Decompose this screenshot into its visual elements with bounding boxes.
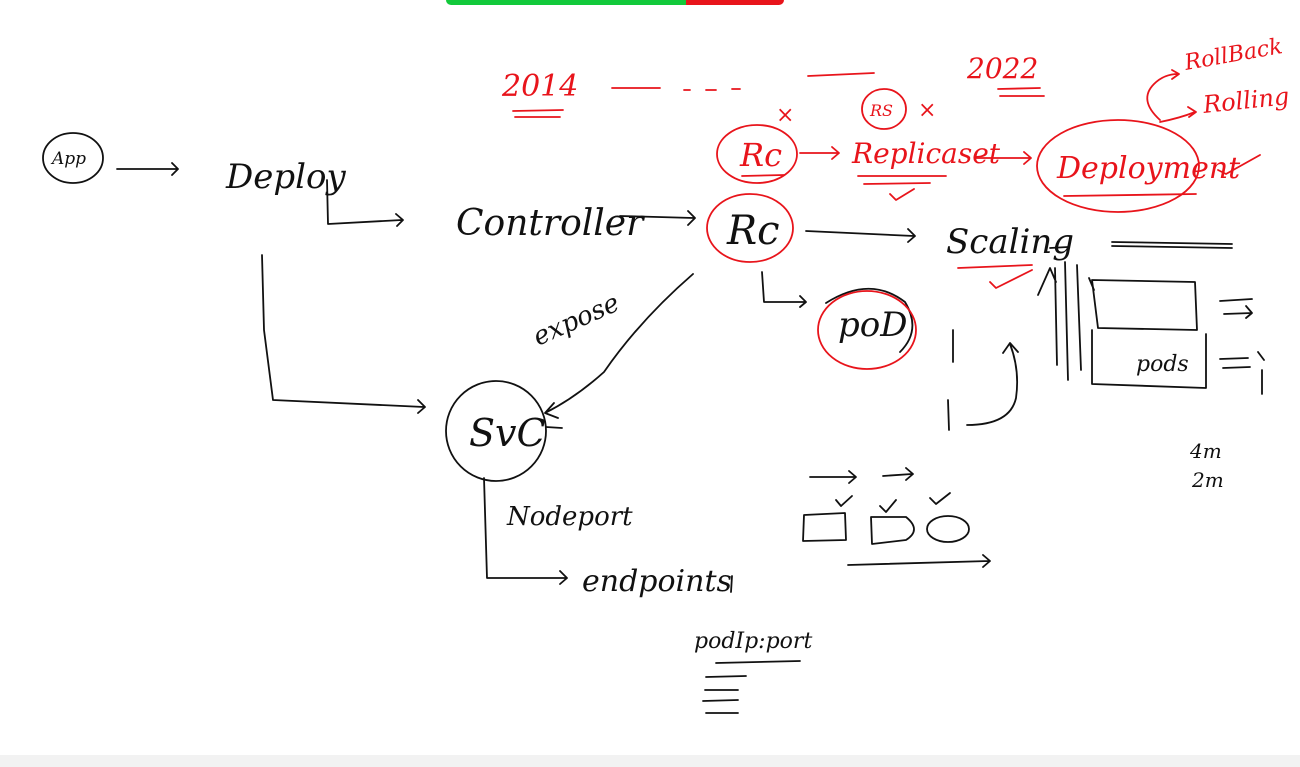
pods-box-label: pods [1136,352,1189,377]
replicaset-check [889,188,915,201]
replicaset-underline [857,175,947,185]
rc-red-label: Rc [739,136,782,174]
rollback-branch-arrow [1146,69,1180,121]
timeline-dashes [611,72,875,91]
svc-label: SvC [469,411,546,455]
pods-scale-arrows-bottom [1219,351,1265,395]
mini-pod-1 [802,512,847,542]
rc-black-label: Rc [726,208,780,254]
mini-arrow-2 [882,467,914,481]
stack-vertical-strokes [1037,261,1082,381]
year-2022-label: 2022 [966,52,1038,85]
year-2022-underline [997,87,1045,97]
replicaset-label: Replicaset [851,137,1001,170]
mini-arrow-1 [809,470,857,484]
scaling-bar-2 [947,399,950,431]
two-m-label: 2m [1191,468,1224,492]
deployment-label: Deployment [1056,151,1241,186]
year-2014-label: 2014 [501,69,578,104]
pod-ip-port-label: podIp:port [694,629,812,654]
nodeport-label: Nodeport [506,502,633,532]
pod-ip-port-underline [715,660,801,664]
rs-label: RS [869,101,893,120]
mini-pods-bottom-arrow [847,554,991,568]
rc-cross-mark: × [776,103,794,128]
year-2014-underline [512,109,564,118]
app-to-deploy-arrow [116,162,179,176]
deployment-underline [1063,193,1197,197]
svc-tick [545,426,563,429]
endpoints-comma [730,575,733,593]
deploy-label: Deploy [225,157,346,197]
scaling-label: Scaling [946,222,1074,262]
rolling-branch-arrow [1159,106,1197,123]
four-m-label: 4m [1189,439,1222,463]
pods-scale-arrows-top [1219,298,1253,319]
rc-to-replicaset-arrow [799,146,840,160]
scaling-red-check [989,269,1033,289]
mini-pod-2 [870,516,915,545]
scaling-dash [1049,246,1069,249]
rollback-label: RollBack [1182,34,1285,76]
mini-check-2 [879,499,897,513]
controller-label: Controller [456,203,645,244]
pod-label: poD [838,305,908,345]
rc-red-underline [741,174,785,177]
scaling-curved-arrow [966,342,1019,426]
rc-to-pod-arrow [761,271,807,308]
app-label: App [50,149,86,169]
whiteboard-canvas[interactable]: App Deploy Controller Rc Scaling poD exp… [0,0,1300,767]
mini-pod-3 [926,515,970,543]
pod-ip-list-lines [702,675,747,714]
rc-to-scaling-arrow [805,228,916,243]
pods-box-top [1091,279,1198,331]
window-bottom-bar [0,755,1300,767]
expose-arrow [544,273,694,419]
scaling-double-line [1111,241,1233,249]
rs-cross-mark: × [918,98,936,123]
expose-label: expose [529,288,624,352]
mini-check-1 [835,495,853,507]
endpoints-label: endpoints [582,564,732,599]
mini-check-3 [929,492,951,505]
scaling-red-underline [957,264,1033,269]
rolling-label: Rolling [1201,82,1291,119]
deploy-to-svc-arrow [261,254,426,414]
black-ink-layer: App Deploy Controller Rc Scaling poD exp… [42,132,1265,714]
